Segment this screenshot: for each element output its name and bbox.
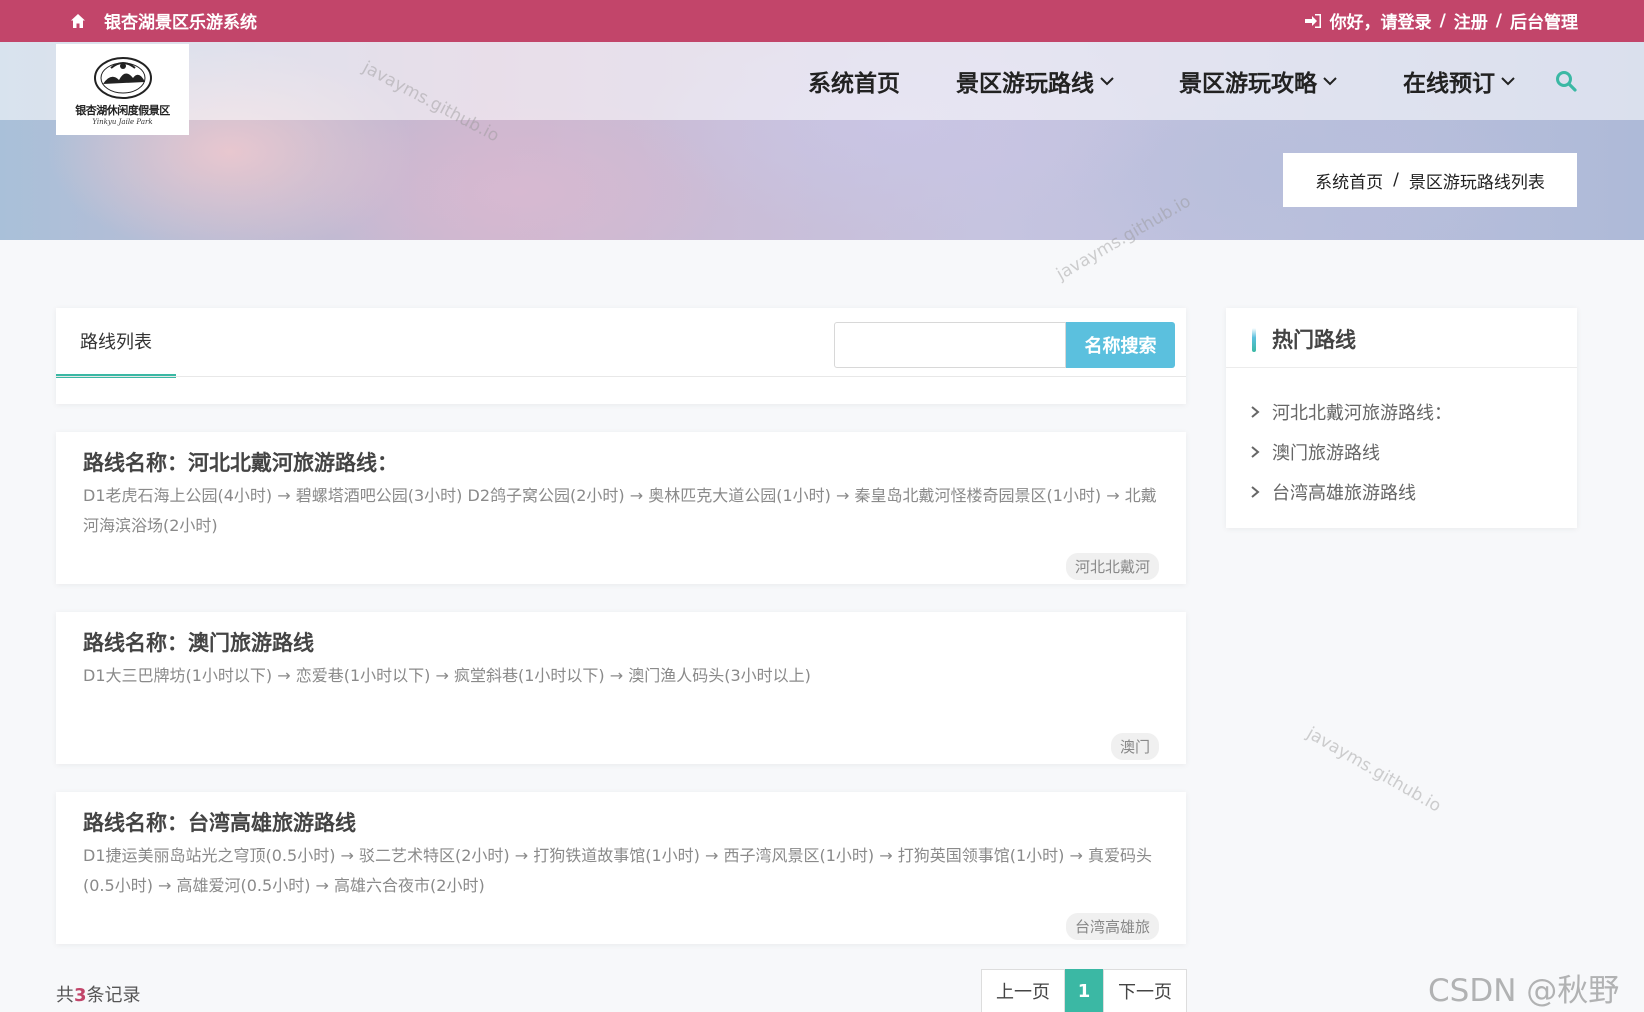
search-button[interactable]: 名称搜索: [1066, 322, 1175, 368]
nav-item-booking[interactable]: 在线预订: [1403, 64, 1515, 98]
hot-route-item[interactable]: 河北北戴河旅游路线：: [1250, 392, 1452, 432]
user-links: 你好，请登录 / 注册 / 后台管理: [1304, 8, 1578, 33]
admin-link[interactable]: 后台管理: [1510, 8, 1578, 33]
nav-item-label: 景区游玩攻略: [1179, 71, 1317, 97]
route-title[interactable]: 路线名称：河北北戴河旅游路线：: [83, 447, 398, 477]
divider: [56, 376, 1186, 377]
record-number: 3: [74, 985, 87, 1006]
site-name: 银杏湖景区乐游系统: [104, 13, 257, 33]
site-home-link[interactable]: 银杏湖景区乐游系统: [70, 8, 257, 33]
chevron-right-icon: [1251, 486, 1260, 498]
main-nav: 系统首页 景区游玩路线 景区游玩攻略 在线预订: [0, 64, 1644, 104]
search-input[interactable]: [834, 322, 1066, 368]
record-count: 共3条记录: [56, 981, 141, 1007]
route-list-header: 路线列表 名称搜索: [56, 308, 1186, 404]
breadcrumb-separator: /: [1393, 170, 1399, 190]
chevron-down-icon: [1323, 77, 1337, 86]
breadcrumb: 系统首页 / 景区游玩路线列表: [1283, 153, 1577, 207]
csdn-watermark: CSDN @秋野酱: [1428, 973, 1620, 1009]
hot-route-label: 台湾高雄旅游路线: [1272, 483, 1416, 504]
chevron-right-icon: [1251, 446, 1260, 458]
separator: /: [1439, 10, 1446, 31]
hot-route-item[interactable]: 澳门旅游路线: [1250, 432, 1452, 472]
nav-item-routes[interactable]: 景区游玩路线: [956, 64, 1114, 98]
route-card[interactable]: 路线名称：台湾高雄旅游路线 D1捷运美丽岛站光之穹顶(0.5小时) → 驳二艺术…: [56, 792, 1186, 944]
hot-routes-header: 热门路线: [1226, 308, 1577, 368]
logo-subtext: Yinkyu Jaile Park: [92, 117, 153, 126]
route-card[interactable]: 路线名称：河北北戴河旅游路线： D1老虎石海上公园(4小时) → 碧螺塔酒吧公园…: [56, 432, 1186, 584]
record-suffix: 条记录: [86, 985, 141, 1006]
tab-route-list[interactable]: 路线列表: [56, 308, 176, 378]
route-tag: 澳门: [1110, 733, 1159, 760]
route-card[interactable]: 路线名称：澳门旅游路线 D1大三巴牌坊(1小时以下) → 恋爱巷(1小时以下) …: [56, 612, 1186, 764]
hot-routes-list: 河北北戴河旅游路线： 澳门旅游路线 台湾高雄旅游路线: [1250, 392, 1452, 512]
sign-in-icon: [1304, 13, 1321, 28]
chevron-down-icon: [1501, 77, 1515, 86]
route-tag: 河北北戴河: [1065, 553, 1159, 580]
accent-bar: [1252, 328, 1256, 352]
hot-routes-title: 热门路线: [1272, 328, 1356, 352]
next-page-button[interactable]: 下一页: [1103, 969, 1187, 1012]
register-link[interactable]: 注册: [1454, 8, 1488, 33]
hot-route-label: 河北北戴河旅游路线：: [1272, 403, 1452, 424]
breadcrumb-home[interactable]: 系统首页: [1315, 168, 1383, 193]
nav-item-home[interactable]: 系统首页: [808, 64, 900, 98]
route-description: D1老虎石海上公园(4小时) → 碧螺塔酒吧公园(3小时) D2鸽子窝公园(2小…: [83, 486, 1157, 535]
search-icon[interactable]: [1555, 70, 1577, 92]
nav-item-guides[interactable]: 景区游玩攻略: [1179, 64, 1337, 98]
route-title[interactable]: 路线名称：台湾高雄旅游路线: [83, 807, 356, 837]
route-title[interactable]: 路线名称：澳门旅游路线: [83, 627, 314, 657]
hot-routes-panel: 热门路线 河北北戴河旅游路线： 澳门旅游路线 台湾高雄旅游路线: [1226, 308, 1577, 528]
home-icon: [71, 13, 85, 28]
login-link[interactable]: 你好，请登录: [1330, 8, 1432, 33]
nav-item-label: 景区游玩路线: [956, 71, 1094, 97]
breadcrumb-current: 景区游玩路线列表: [1408, 172, 1545, 193]
route-description: D1捷运美丽岛站光之穹顶(0.5小时) → 驳二艺术特区(2小时) → 打狗铁道…: [83, 846, 1152, 895]
nav-item-label: 系统首页: [808, 71, 900, 97]
hot-route-label: 澳门旅游路线: [1272, 443, 1380, 464]
prev-page-button[interactable]: 上一页: [981, 969, 1065, 1012]
hot-route-item[interactable]: 台湾高雄旅游路线: [1250, 472, 1452, 512]
chevron-down-icon: [1100, 77, 1114, 86]
separator: /: [1495, 10, 1502, 31]
pagination: 上一页 1 下一页: [981, 969, 1187, 1012]
route-tag: 台湾高雄旅: [1065, 913, 1159, 940]
watermark-text: javayms.github.io: [1303, 723, 1445, 817]
nav-item-label: 在线预订: [1403, 71, 1495, 97]
page-number-current[interactable]: 1: [1065, 969, 1103, 1012]
top-bar: 银杏湖景区乐游系统 你好，请登录 / 注册 / 后台管理: [0, 0, 1644, 42]
chevron-right-icon: [1251, 406, 1260, 418]
route-description: D1大三巴牌坊(1小时以下) → 恋爱巷(1小时以下) → 疯堂斜巷(1小时以下…: [83, 666, 811, 685]
record-prefix: 共: [56, 985, 74, 1006]
